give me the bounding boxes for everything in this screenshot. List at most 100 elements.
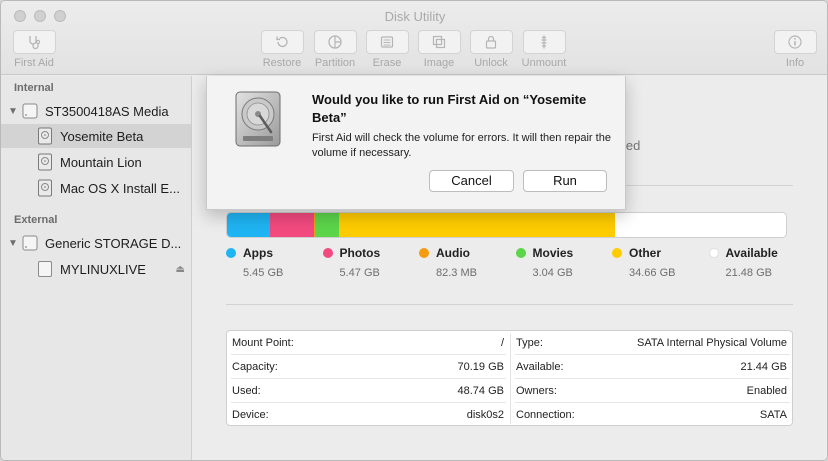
eject-icon[interactable]: ⏏ xyxy=(176,264,185,275)
sidebar-item-mountain-lion[interactable]: Mountain Lion xyxy=(1,150,191,174)
info-row-mount-point: Mount Point: / xyxy=(232,331,504,355)
info-key: Mount Point: xyxy=(232,337,294,349)
title-bar: Disk Utility First Aid Restore Partition… xyxy=(1,1,827,75)
sidebar-item-label: Generic STORAGE D... xyxy=(45,235,182,251)
legend-value: 5.47 GB xyxy=(339,267,380,279)
sidebar-section-internal: Internal xyxy=(14,82,54,94)
eraser-icon xyxy=(380,36,394,48)
window-title: Disk Utility xyxy=(384,9,446,24)
hard-drive-icon xyxy=(233,90,283,148)
legend-value: 82.3 MB xyxy=(436,267,477,279)
disclosure-triangle-icon[interactable]: ▼ xyxy=(8,238,18,249)
sidebar-item-mylinuxlive[interactable]: MYLINUXLIVE ⏏ xyxy=(1,257,191,281)
legend-header: Available xyxy=(708,246,778,260)
info-button[interactable]: Info xyxy=(773,30,817,69)
disclosure-triangle-icon[interactable]: ▼ xyxy=(8,106,18,117)
info-key: Connection: xyxy=(516,409,575,421)
partition-button[interactable]: Partition xyxy=(313,30,357,69)
first-aid-label: First Aid xyxy=(14,57,54,69)
sidebar-item-generic-storage[interactable]: ▼ Generic STORAGE D... xyxy=(1,231,191,255)
legend-item-apps: Apps 5.45 GB xyxy=(226,246,283,279)
info-key: Owners: xyxy=(516,385,557,397)
usage-segment-other xyxy=(338,213,615,237)
partition-pie-icon xyxy=(328,35,342,49)
usage-segment-movies xyxy=(314,213,339,237)
sidebar-item-st3500418as-media[interactable]: ▼ ST3500418AS Media xyxy=(1,99,191,123)
legend-value: 34.66 GB xyxy=(629,267,676,279)
volume-icon xyxy=(37,179,53,197)
info-value: 70.19 GB xyxy=(457,361,504,373)
legend-label: Photos xyxy=(339,246,381,260)
disk-utility-window: Disk Utility First Aid Restore Partition… xyxy=(0,0,828,461)
volume-icon xyxy=(37,260,53,278)
legend-header: Audio xyxy=(419,246,477,260)
info-row-capacity: Capacity: 70.19 GB xyxy=(232,355,504,379)
info-icon xyxy=(788,35,802,49)
info-row-available: Available: 21.44 GB xyxy=(516,355,787,379)
legend-label: Apps xyxy=(243,246,273,260)
usage-segment-apps xyxy=(227,213,271,237)
info-row-type: Type: SATA Internal Physical Volume xyxy=(516,331,787,355)
info-value: SATA Internal Physical Volume xyxy=(637,337,787,349)
disk-image-icon xyxy=(432,35,446,49)
legend-item-audio: Audio 82.3 MB xyxy=(419,246,477,279)
erase-button[interactable]: Erase xyxy=(365,30,409,69)
volume-info-table: Mount Point: / Capacity: 70.19 GB Used: … xyxy=(226,330,793,426)
restore-icon xyxy=(276,36,288,48)
legend-header: Photos xyxy=(322,246,381,260)
legend-value: 21.48 GB xyxy=(725,267,772,279)
legend-swatch xyxy=(515,248,526,258)
lock-icon xyxy=(485,35,497,49)
sidebar-item-label: ST3500418AS Media xyxy=(45,103,169,119)
info-value: 21.44 GB xyxy=(740,361,787,373)
info-value: Enabled xyxy=(746,385,787,397)
info-value: 48.74 GB xyxy=(457,385,504,397)
hard-drive-icon xyxy=(22,102,38,120)
legend-item-photos: Photos 5.47 GB xyxy=(322,246,381,279)
legend-header: Apps xyxy=(226,246,283,260)
info-value: SATA xyxy=(759,409,787,421)
legend-label: Other xyxy=(629,246,662,260)
first-aid-button[interactable]: First Aid xyxy=(12,30,56,69)
volume-icon xyxy=(37,127,53,145)
legend-header: Movies xyxy=(515,246,574,260)
sidebar-item-yosemite-beta[interactable]: Yosemite Beta xyxy=(1,124,191,148)
sidebar-item-label: MYLINUXLIVE xyxy=(60,261,146,277)
legend-item-other: Other 34.66 GB xyxy=(612,246,675,279)
unmount-button[interactable]: Unmount xyxy=(522,30,566,69)
sidebar-item-label: Mountain Lion xyxy=(60,154,142,170)
legend-swatch xyxy=(708,248,719,258)
info-key: Available: xyxy=(516,361,564,373)
info-label: Info xyxy=(785,57,805,69)
unmount-label: Unmount xyxy=(521,57,567,69)
sidebar-section-external: External xyxy=(14,214,58,226)
dialog-title: Would you like to run First Aid on “Yose… xyxy=(312,92,587,125)
legend-item-available: Available 21.48 GB xyxy=(708,246,778,279)
info-key: Capacity: xyxy=(232,361,278,373)
legend-header: Other xyxy=(612,246,675,260)
legend-value: 5.45 GB xyxy=(243,267,284,279)
column-divider xyxy=(510,334,511,424)
info-value: disk0s2 xyxy=(466,409,504,421)
info-row-connection: Connection: SATA xyxy=(516,403,787,425)
volume-icon xyxy=(37,153,53,171)
unlock-button[interactable]: Unlock xyxy=(469,30,513,69)
info-row-used: Used: 48.74 GB xyxy=(232,379,504,403)
sidebar-item-mac-os-x-install[interactable]: Mac OS X Install E... xyxy=(1,176,191,200)
legend-label: Movies xyxy=(532,246,574,260)
sidebar-item-label: Yosemite Beta xyxy=(60,128,144,144)
legend-label: Available xyxy=(725,246,778,260)
info-key: Used: xyxy=(232,385,261,397)
restore-button[interactable]: Restore xyxy=(260,30,304,69)
legend-item-movies: Movies 3.04 GB xyxy=(515,246,574,279)
external-drive-icon xyxy=(22,234,38,252)
unmount-icon xyxy=(541,35,547,49)
info-row-owners: Owners: Enabled xyxy=(516,379,787,403)
storage-usage-bar xyxy=(226,212,787,238)
dialog-message: First Aid will check the volume for erro… xyxy=(312,132,611,159)
sidebar: Internal ▼ ST3500418AS Media Yosemite Be… xyxy=(1,76,192,460)
info-key: Type: xyxy=(516,337,543,349)
run-button[interactable]: Run xyxy=(523,170,607,192)
cancel-button[interactable]: Cancel xyxy=(429,170,514,192)
image-button[interactable]: Image xyxy=(417,30,461,69)
